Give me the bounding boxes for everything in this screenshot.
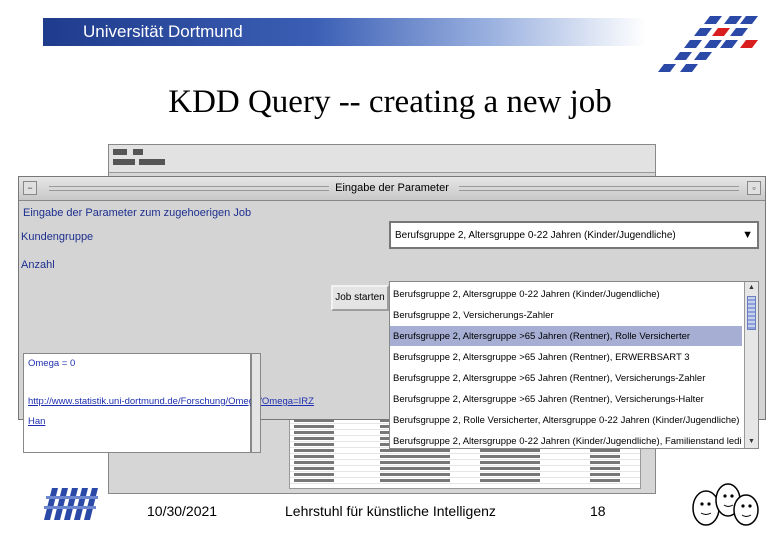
footer-chair: Lehrstuhl für künstliche Intelligenz	[285, 503, 496, 519]
result-panel-scrollbar[interactable]	[251, 353, 261, 453]
scroll-thumb[interactable]	[747, 296, 756, 330]
dropdown-option[interactable]: Berufsgruppe 2, Altersgruppe >65 Jahren …	[390, 326, 742, 346]
kundengruppe-label: Kundengruppe	[21, 231, 94, 243]
slide-title: KDD Query -- creating a new job	[168, 84, 612, 120]
university-footer-logo-icon	[44, 488, 98, 520]
dropdown-arrow-icon[interactable]: ▼	[742, 229, 753, 241]
dropdown-option[interactable]: Berufsgruppe 2, Altersgruppe >65 Jahren …	[390, 389, 742, 409]
omega-text: Omega = 0	[28, 358, 76, 369]
scroll-up-icon[interactable]: ▲	[745, 282, 758, 294]
university-logo-icon	[658, 16, 758, 72]
dropdown-option[interactable]: Berufsgruppe 2, Versicherungs-Zahler	[390, 305, 742, 325]
dialog-heading: Eingabe der Parameter zum zugehoerigen J…	[23, 207, 252, 219]
scroll-down-icon[interactable]: ▼	[745, 436, 758, 448]
university-name: Universität Dortmund	[83, 22, 243, 41]
page-number: 18	[590, 503, 606, 519]
application-screenshot: Eingabe der Parameter − ▫ Eingabe der Pa…	[18, 144, 766, 494]
result-text-panel: Omega = 0 http://www.statistik.uni-dortm…	[23, 353, 314, 453]
background-menubar	[109, 145, 655, 173]
parameter-dialog: Eingabe der Parameter − ▫ Eingabe der Pa…	[18, 176, 766, 453]
dropdown-option[interactable]: Berufsgruppe 2, Altersgruppe 0-22 Jahren…	[390, 431, 742, 451]
close-icon[interactable]: ▫	[747, 181, 761, 195]
dropdown-scrollbar[interactable]: ▲ ▼	[744, 282, 758, 448]
job-start-button[interactable]: Job starten	[331, 285, 389, 311]
statistik-link[interactable]: http://www.statistik.uni-dortmund.de/For…	[28, 396, 314, 407]
han-link[interactable]: Han	[28, 416, 45, 427]
footer-date: 10/30/2021	[147, 503, 218, 519]
dropdown-option[interactable]: Berufsgruppe 2, Altersgruppe 0-22 Jahren…	[390, 284, 742, 304]
dialog-title: Eingabe der Parameter	[335, 182, 449, 194]
kundengruppe-select[interactable]: Berufsgruppe 2, Altersgruppe 0-22 Jahren…	[389, 221, 759, 249]
dropdown-option[interactable]: Berufsgruppe 2, Altersgruppe >65 Jahren …	[390, 347, 742, 367]
anzahl-label: Anzahl	[21, 259, 55, 271]
dropdown-option[interactable]: Berufsgruppe 2, Altersgruppe >65 Jahren …	[390, 368, 742, 388]
window-menu-icon[interactable]: −	[23, 181, 37, 195]
kundengruppe-options-list[interactable]: ▲ ▼ Berufsgruppe 2, Altersgruppe 0-22 Ja…	[389, 281, 759, 449]
dialog-titlebar[interactable]: Eingabe der Parameter − ▫	[19, 177, 765, 201]
combo-value: Berufsgruppe 2, Altersgruppe 0-22 Jahren…	[395, 230, 676, 241]
eggs-mascot-icon	[692, 483, 759, 526]
dropdown-option[interactable]: Berufsgruppe 2, Rolle Versicherter, Alte…	[390, 410, 742, 430]
